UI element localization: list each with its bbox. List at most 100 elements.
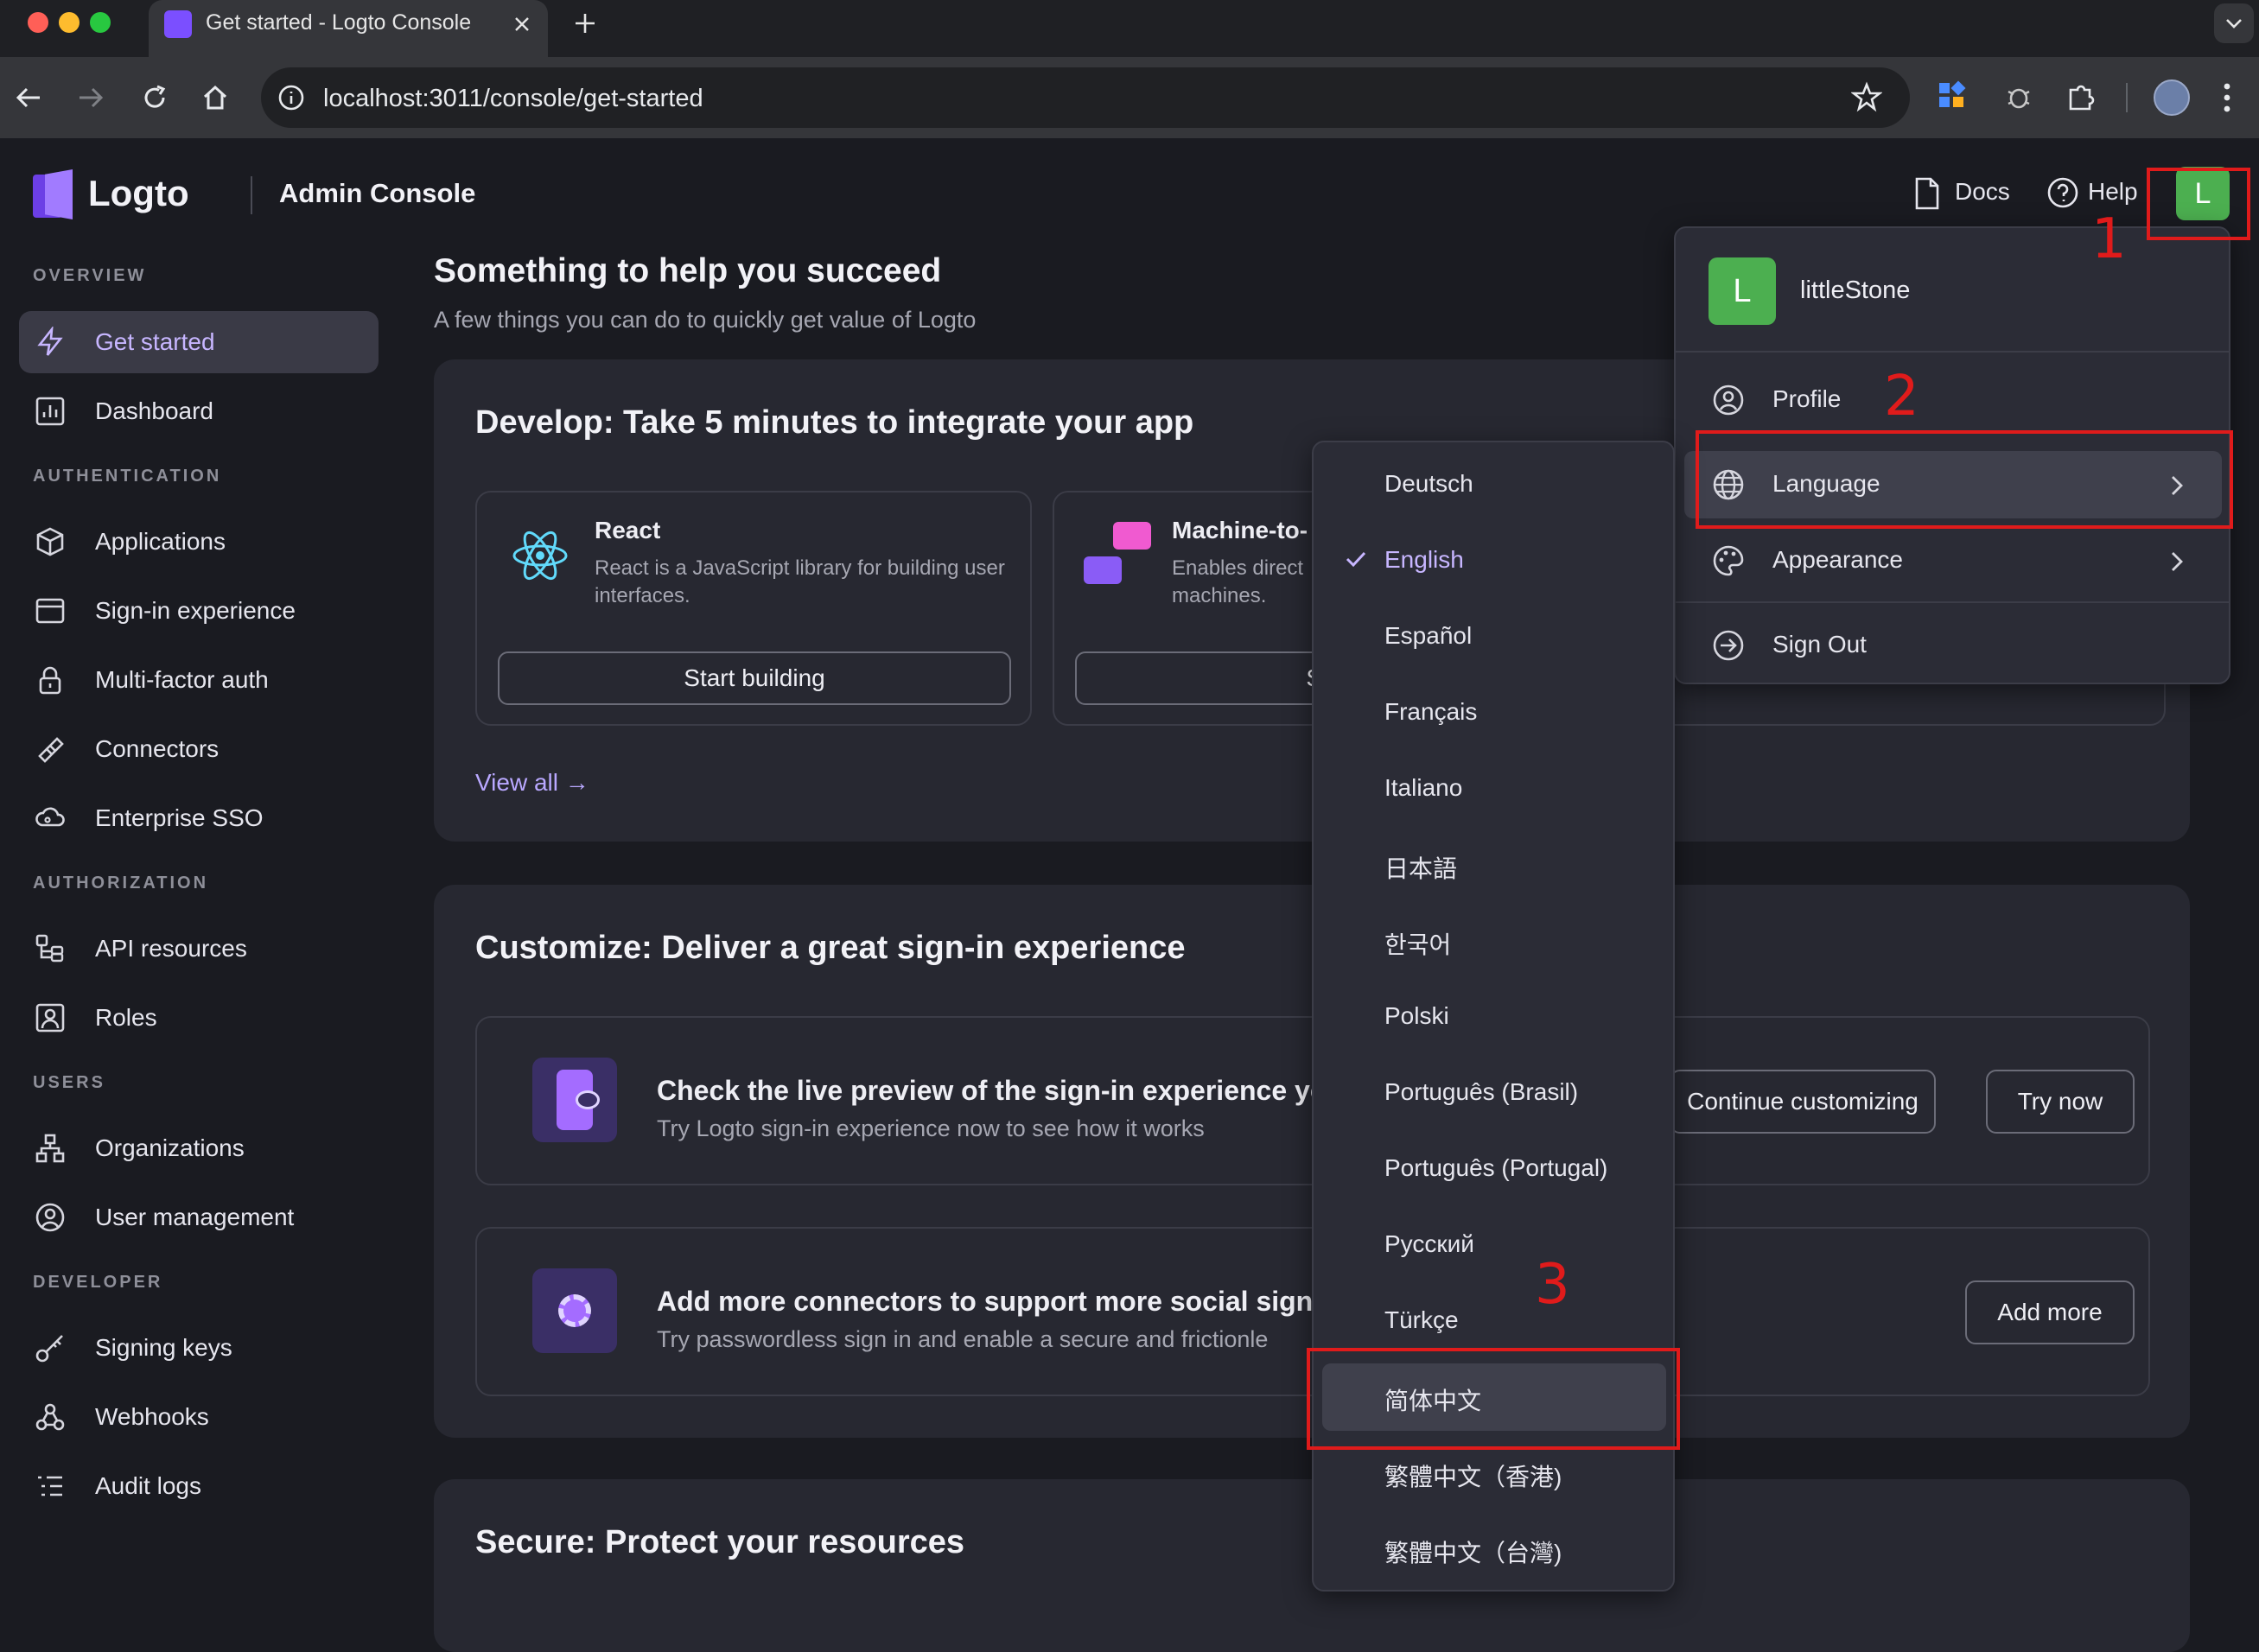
sidebar-item-applications[interactable]: Applications	[19, 511, 379, 573]
sidebar-item-signing-keys[interactable]: Signing keys	[19, 1317, 379, 1379]
close-tab-icon[interactable]	[512, 14, 532, 35]
logto-logo-icon	[33, 169, 73, 219]
sidebar-item-mfa[interactable]: Multi-factor auth	[19, 649, 379, 711]
page-title: Something to help you succeed	[434, 252, 942, 289]
language-option[interactable]: Français	[1322, 679, 1666, 747]
new-tab-icon[interactable]	[572, 10, 598, 36]
annotation-box-3	[1307, 1348, 1680, 1450]
home-icon[interactable]	[200, 83, 230, 112]
language-option[interactable]: 한국어	[1322, 907, 1666, 975]
sidebar-item-label: Enterprise SSO	[95, 804, 264, 831]
sidebar-item-organizations[interactable]: Organizations	[19, 1117, 379, 1179]
browser-tab[interactable]: Get started - Logto Console	[149, 0, 548, 57]
language-option-label: Polski	[1384, 1002, 1449, 1029]
extension-icon[interactable]	[1939, 80, 1966, 109]
extensions-puzzle-icon[interactable]	[2064, 79, 2098, 114]
help-label: Help	[2088, 178, 2138, 205]
sidebar-item-label: Signing keys	[95, 1334, 232, 1361]
develop-title: Develop: Take 5 minutes to integrate you…	[475, 404, 1194, 441]
webhook-icon	[35, 1403, 65, 1431]
phone-preview-icon	[532, 1058, 617, 1142]
start-building-button[interactable]: Start building	[498, 651, 1011, 705]
language-option[interactable]: Polski	[1322, 983, 1666, 1051]
customize-title: Customize: Deliver a great sign-in exper…	[475, 930, 1186, 966]
sidebar-item-dashboard[interactable]: Dashboard	[19, 380, 379, 442]
language-option[interactable]: 繁體中文（台灣)	[1322, 1515, 1666, 1583]
section-authentication: AUTHENTICATION	[33, 467, 222, 486]
user-circle-icon	[1713, 384, 1744, 416]
help-circle-icon	[2047, 177, 2078, 208]
sidebar-item-connectors[interactable]: Connectors	[19, 718, 379, 780]
sidebar-item-api-resources[interactable]: API resources	[19, 918, 379, 980]
continue-customizing-button[interactable]: Continue customizing	[1670, 1070, 1936, 1134]
language-option-label: Türkçe	[1384, 1306, 1459, 1333]
page-subtitle: A few things you can do to quickly get v…	[434, 307, 977, 333]
bookmark-star-icon[interactable]	[1851, 81, 1882, 112]
language-option[interactable]: Português (Portugal)	[1322, 1135, 1666, 1203]
document-icon	[1915, 177, 1939, 210]
palette-icon	[1713, 545, 1744, 576]
header-divider	[251, 176, 252, 214]
language-option[interactable]: 日本語	[1322, 831, 1666, 899]
tab-search-button[interactable]	[2214, 3, 2254, 43]
more-menu-icon[interactable]	[2221, 81, 2233, 114]
sidebar-item-label: Multi-factor auth	[95, 666, 269, 693]
sidebar-item-audit-logs[interactable]: Audit logs	[19, 1455, 379, 1517]
menu-item-appearance[interactable]: Appearance	[1684, 527, 2222, 594]
sign-out-icon	[1713, 630, 1744, 661]
sidebar-item-label: Sign-in experience	[95, 597, 296, 624]
language-option-label: Français	[1384, 698, 1478, 725]
menu-item-profile[interactable]: Profile	[1684, 366, 2222, 434]
language-option[interactable]: Русский	[1322, 1211, 1666, 1279]
minimize-window-button[interactable]	[59, 12, 80, 33]
profile-label: Profile	[1772, 385, 1842, 412]
annotation-number-1: 1	[2091, 207, 2127, 271]
menu-divider	[1676, 601, 2229, 603]
language-option[interactable]: Español	[1322, 603, 1666, 670]
language-option[interactable]: Deutsch	[1322, 451, 1666, 518]
maximize-window-button[interactable]	[90, 12, 111, 33]
forward-icon[interactable]	[76, 85, 105, 111]
sidebar-item-roles[interactable]: Roles	[19, 987, 379, 1049]
sidebar-item-get-started[interactable]: Get started	[19, 311, 379, 373]
sidebar-item-label: Audit logs	[95, 1472, 201, 1499]
close-window-button[interactable]	[28, 12, 48, 33]
chevron-right-icon	[2172, 552, 2183, 571]
language-option-label: Deutsch	[1384, 470, 1473, 497]
add-more-button[interactable]: Add more	[1965, 1280, 2135, 1344]
profile-avatar[interactable]	[2154, 79, 2190, 116]
view-all-link[interactable]: View all →	[475, 769, 589, 797]
sidebar-item-label: API resources	[95, 935, 247, 962]
role-badge-icon	[35, 1003, 65, 1032]
annotation-number-3: 3	[1535, 1253, 1570, 1317]
sidebar-item-user-management[interactable]: User management	[19, 1186, 379, 1249]
language-option[interactable]: Português (Brasil)	[1322, 1059, 1666, 1127]
react-title: React	[595, 517, 661, 543]
sidebar-item-label: Organizations	[95, 1134, 245, 1161]
key-icon	[35, 1335, 63, 1363]
sidebar-item-webhooks[interactable]: Webhooks	[19, 1386, 379, 1448]
checkmark-icon	[1346, 551, 1366, 568]
reload-icon[interactable]	[140, 83, 169, 112]
browser-toolbar: localhost:3011/console/get-started	[0, 57, 2259, 138]
user-circle-icon	[35, 1203, 65, 1232]
language-option[interactable]: English	[1322, 527, 1666, 594]
sidebar-item-sign-in-experience[interactable]: Sign-in experience	[19, 580, 379, 642]
sidebar-item-label: Applications	[95, 528, 226, 555]
language-option-label: 한국어	[1384, 931, 1452, 958]
m2m-title: Machine-to-	[1172, 517, 1308, 543]
back-icon[interactable]	[14, 85, 43, 111]
sidebar-item-label: Connectors	[95, 735, 220, 762]
live-preview-title: Check the live preview of the sign-in ex…	[657, 1075, 1327, 1106]
extension-bug-icon[interactable]	[2003, 81, 2034, 112]
site-info-icon[interactable]	[277, 83, 306, 112]
menu-item-sign-out[interactable]: Sign Out	[1684, 612, 2222, 679]
language-option[interactable]: Türkçe	[1322, 1287, 1666, 1355]
api-resource-icon	[35, 934, 64, 963]
sidebar-item-label: User management	[95, 1204, 295, 1230]
try-now-button[interactable]: Try now	[1986, 1070, 2135, 1134]
url-text[interactable]: localhost:3011/console/get-started	[323, 85, 703, 113]
address-bar[interactable]: localhost:3011/console/get-started	[261, 67, 1910, 128]
language-option[interactable]: Italiano	[1322, 755, 1666, 823]
sidebar-item-enterprise-sso[interactable]: Enterprise SSO	[19, 787, 379, 849]
